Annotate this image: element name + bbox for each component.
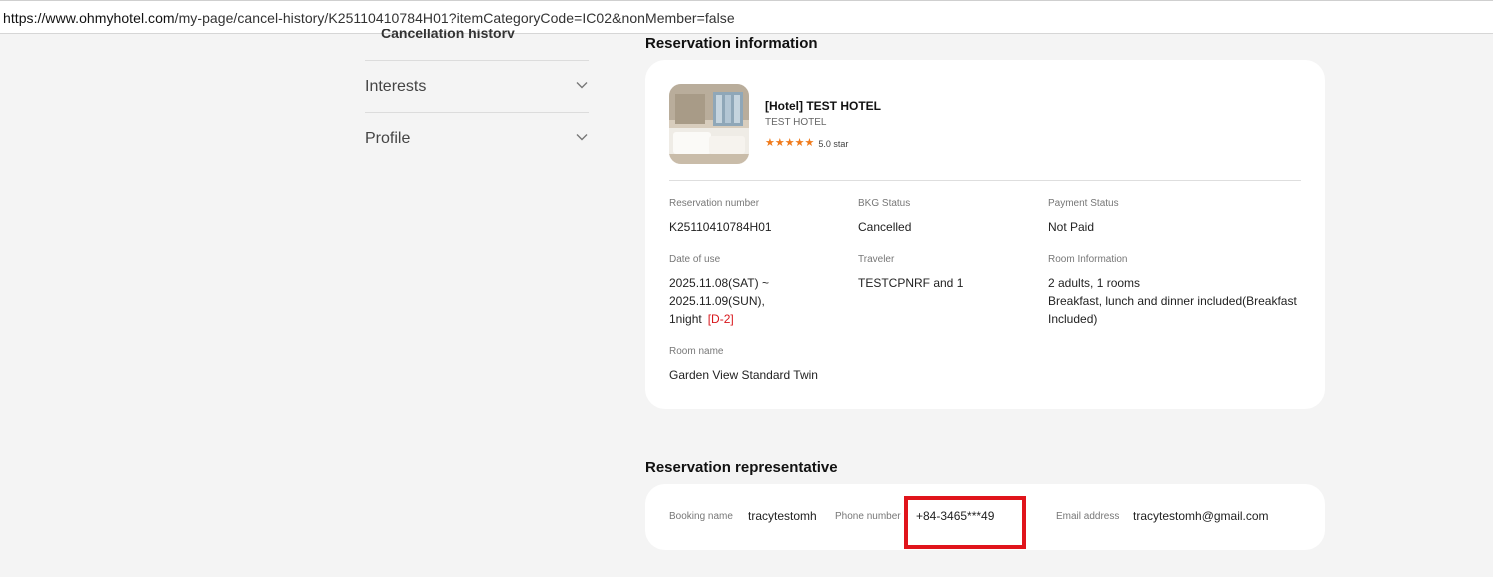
traveler-value: TESTCPNRF and 1: [858, 276, 964, 290]
reservation-info-card: [Hotel] TEST HOTEL TEST HOTEL ★ ★ ★ ★ ★ …: [645, 60, 1325, 409]
divider: [669, 180, 1301, 181]
room-name-value: Garden View Standard Twin: [669, 368, 818, 382]
occupancy: 2 adults, 1 rooms: [1048, 276, 1141, 290]
nights-line: 1night [D-2]: [669, 310, 769, 328]
room-information-value: 2 adults, 1 rooms Breakfast, lunch and d…: [1048, 274, 1297, 328]
meal-plan-cont: Included): [1048, 312, 1098, 326]
nights-count: 1night: [669, 312, 702, 326]
representative-title: Reservation representative: [645, 459, 838, 476]
star-icon: ★: [774, 137, 785, 149]
chevron-down-icon: [576, 134, 588, 141]
phone-number-highlight-box: [904, 496, 1026, 549]
reservation-number-label: Reservation number: [669, 198, 760, 209]
traveler-label: Traveler: [858, 254, 895, 265]
booking-name-label: Booking name: [669, 511, 733, 522]
sidebar-item-label: Interests: [365, 78, 427, 95]
sidebar-item-interests[interactable]: Interests: [365, 60, 589, 112]
reservation-number-value: K25110410784H01: [669, 220, 772, 234]
date-of-use-value: 2025.11.08(SAT) ~ 2025.11.09(SUN), 1nigh…: [669, 274, 769, 328]
bkg-status-label: BKG Status: [858, 198, 911, 209]
sidebar-item-label: Profile: [365, 130, 411, 147]
star-icon: ★: [794, 137, 805, 149]
rating-text: 5.0 star: [818, 138, 849, 149]
email-address-value: tracytestomh@gmail.com: [1133, 509, 1269, 523]
chevron-down-icon: [576, 82, 588, 89]
sidebar-item-cancellation-history[interactable]: Cancellation history: [381, 29, 515, 38]
star-rating: ★ ★ ★ ★ ★ 5.0 star: [765, 138, 848, 149]
star-icon: ★: [784, 137, 795, 149]
bkg-status-value: Cancelled: [858, 220, 912, 234]
phone-number-label: Phone number: [835, 511, 901, 522]
payment-status-label: Payment Status: [1048, 198, 1119, 209]
hotel-thumbnail: [669, 84, 749, 164]
booking-name-value: tracytestomh: [748, 509, 817, 523]
star-icon: ★: [804, 137, 815, 149]
hotel-name[interactable]: [Hotel] TEST HOTEL: [765, 99, 881, 113]
d-day-badge: [D-2]: [707, 312, 734, 326]
date-range-end: 2025.11.09(SUN),: [669, 294, 765, 308]
reservation-info-title: Reservation information: [645, 35, 818, 52]
date-range-start: 2025.11.08(SAT) ~: [669, 276, 769, 290]
meal-plan: Breakfast, lunch and dinner included(Bre…: [1048, 294, 1297, 308]
sidebar-item-profile[interactable]: Profile: [365, 112, 589, 164]
star-icon: ★: [765, 137, 775, 149]
payment-status-value: Not Paid: [1048, 220, 1095, 234]
address-bar[interactable]: https://www.ohmyhotel.com/my-page/cancel…: [0, 0, 1493, 34]
hotel-subtitle: TEST HOTEL: [765, 117, 827, 128]
url-host: https://www.ohmyhotel.com: [3, 10, 175, 26]
email-address-label: Email address: [1056, 511, 1120, 522]
room-information-label: Room Information: [1048, 254, 1128, 265]
url-path: /my-page/cancel-history/K25110410784H01?…: [174, 10, 735, 26]
room-name-label: Room name: [669, 346, 724, 357]
url-text[interactable]: https://www.ohmyhotel.com/my-page/cancel…: [3, 10, 735, 26]
date-of-use-label: Date of use: [669, 254, 721, 265]
